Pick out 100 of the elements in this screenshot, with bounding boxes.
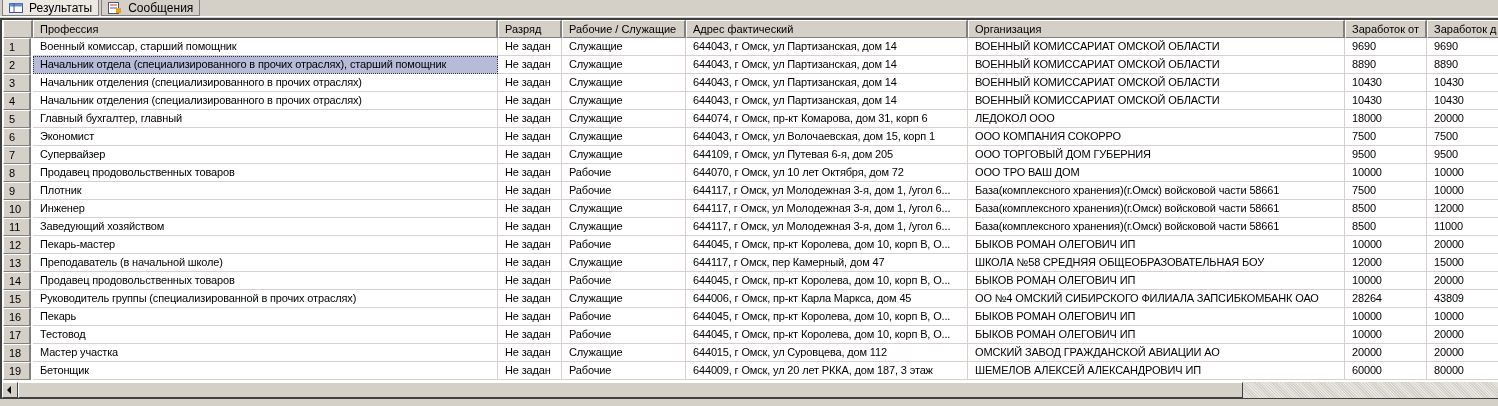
table-cell: Служащие [562, 128, 686, 146]
row-number[interactable]: 15 [3, 290, 31, 308]
table-cell: ВОЕННЫЙ КОМИССАРИАТ ОМСКОЙ ОБЛАСТИ [968, 92, 1345, 110]
row-number[interactable]: 3 [3, 74, 31, 92]
table-cell: ОМСКИЙ ЗАВОД ГРАЖДАНСКОЙ АВИАЦИИ АО [968, 344, 1345, 362]
row-number[interactable]: 2 [3, 56, 31, 74]
table-cell: 10000 [1345, 308, 1427, 326]
table-cell: 7500 [1427, 128, 1498, 146]
table-cell: Служащие [562, 110, 686, 128]
table-cell: 10000 [1345, 326, 1427, 344]
column-header[interactable]: Профессия [33, 20, 498, 38]
table-cell: БЫКОВ РОМАН ОЛЕГОВИЧ ИП [968, 326, 1345, 344]
table-cell: Не задан [498, 164, 562, 182]
column-header[interactable]: Заработок д [1427, 20, 1498, 38]
table-cell: 8890 [1427, 56, 1498, 74]
table-cell: Служащие [562, 38, 686, 56]
row-number[interactable]: 7 [3, 146, 31, 164]
table-cell: База(комплексного хранения)(г.Омск) войсковой части 58661 [968, 200, 1345, 218]
table-cell: 644117, г Омск, пер Камерный, дом 47 [686, 254, 968, 272]
table-cell: 28264 [1345, 290, 1427, 308]
tab[interactable]: Сообщения [101, 0, 201, 16]
table-cell: 10000 [1427, 182, 1498, 200]
horizontal-scrollbar[interactable] [0, 382, 1498, 399]
table-cell: Не задан [498, 56, 562, 74]
table-cell: Рабочие [562, 164, 686, 182]
column-header[interactable]: Организация [968, 20, 1345, 38]
table-cell: ЛЕДОКОЛ ООО [968, 110, 1345, 128]
document-icon [108, 1, 123, 14]
row-number[interactable]: 4 [3, 92, 31, 110]
table-cell: Не задан [498, 110, 562, 128]
table-cell: Плотник [33, 182, 498, 200]
table-cell: Не задан [498, 308, 562, 326]
table-cell: Начальник отделения (специализированного в прочих отраслях) [33, 92, 498, 110]
table-cell: 9690 [1345, 38, 1427, 56]
table-cell: 10430 [1345, 74, 1427, 92]
column-header[interactable]: Заработок от [1345, 20, 1427, 38]
row-number[interactable]: 14 [3, 272, 31, 290]
row-number[interactable]: 8 [3, 164, 31, 182]
scroll-thumb[interactable] [18, 382, 1243, 398]
row-number[interactable]: 11 [3, 218, 31, 236]
row-number[interactable]: 18 [3, 344, 31, 362]
scroll-left-button[interactable] [2, 382, 18, 398]
row-number[interactable]: 13 [3, 254, 31, 272]
table-cell: Тестовод [33, 326, 498, 344]
table-cell: Мастер участка [33, 344, 498, 362]
table-cell: 644045, г Омск, пр-кт Королева, дом 10, корп В, О... [686, 272, 968, 290]
table-cell: 7500 [1345, 128, 1427, 146]
row-number[interactable]: 5 [3, 110, 31, 128]
row-number[interactable]: 12 [3, 236, 31, 254]
row-number[interactable]: 9 [3, 182, 31, 200]
tab[interactable]: Результаты [2, 0, 100, 16]
table-cell: 20000 [1427, 272, 1498, 290]
table-cell: Рабочие [562, 308, 686, 326]
table-cell: 644006, г Омск, пр-кт Карла Маркса, дом 45 [686, 290, 968, 308]
table-cell: 644043, г Омск, ул Партизанская, дом 14 [686, 74, 968, 92]
table-cell: ООО КОМПАНИЯ СОКОРРО [968, 128, 1345, 146]
table-cell: Не задан [498, 200, 562, 218]
table-cell: 644070, г Омск, ул 10 лет Октября, дом 72 [686, 164, 968, 182]
column-header[interactable]: Адрес фактический [686, 20, 968, 38]
table-cell: 10000 [1345, 164, 1427, 182]
table-cell: 10430 [1427, 74, 1498, 92]
column-header[interactable]: Рабочие / Служащие [562, 20, 686, 38]
row-number[interactable]: 6 [3, 128, 31, 146]
table-cell: Не задан [498, 182, 562, 200]
table-cell: Не задан [498, 272, 562, 290]
table-cell: 644043, г Омск, ул Волочаевская, дом 15, корп 1 [686, 128, 968, 146]
table-cell: Начальник отдела (специализированного в прочих отраслях), старший помощник [33, 56, 498, 74]
corner-header[interactable] [3, 20, 33, 38]
row-number[interactable]: 16 [3, 308, 31, 326]
table-cell: 644045, г Омск, пр-кт Королева, дом 10, корп В, О... [686, 308, 968, 326]
left-arrow-icon [7, 386, 13, 394]
table-cell: Не задан [498, 146, 562, 164]
table-cell: ООО ТОРГОВЫЙ ДОМ ГУБЕРНИЯ [968, 146, 1345, 164]
table-cell: БЫКОВ РОМАН ОЛЕГОВИЧ ИП [968, 272, 1345, 290]
table-cell: Преподаватель (в начальной школе) [33, 254, 498, 272]
table-cell: 644043, г Омск, ул Партизанская, дом 14 [686, 38, 968, 56]
table-cell: 9500 [1427, 146, 1498, 164]
row-number[interactable]: 17 [3, 326, 31, 344]
table-cell: Главный бухгалтер, главный [33, 110, 498, 128]
table-cell: Служащие [562, 218, 686, 236]
table-cell: Начальник отделения (специализированного в прочих отраслях) [33, 74, 498, 92]
table-cell: 12000 [1427, 200, 1498, 218]
table-cell: База(комплексного хранения)(г.Омск) войсковой части 58661 [968, 182, 1345, 200]
table-cell: Служащие [562, 56, 686, 74]
table-cell: 8500 [1345, 218, 1427, 236]
table-cell: Не задан [498, 128, 562, 146]
table-cell: Рабочие [562, 362, 686, 380]
table-cell: Не задан [498, 290, 562, 308]
table-cell: 644043, г Омск, ул Партизанская, дом 14 [686, 92, 968, 110]
table-cell: Бетонщик [33, 362, 498, 380]
table-cell: 644117, г Омск, ул Молодежная 3-я, дом 1, /угол 6... [686, 182, 968, 200]
table-cell: Рабочие [562, 182, 686, 200]
column-header[interactable]: Разряд [498, 20, 562, 38]
table-cell: База(комплексного хранения)(г.Омск) войсковой части 58661 [968, 218, 1345, 236]
table-cell: 10430 [1427, 92, 1498, 110]
row-number[interactable]: 19 [3, 362, 31, 380]
table-cell: Пекарь [33, 308, 498, 326]
row-number[interactable]: 10 [3, 200, 31, 218]
row-number[interactable]: 1 [3, 38, 31, 56]
table-cell: 15000 [1427, 254, 1498, 272]
